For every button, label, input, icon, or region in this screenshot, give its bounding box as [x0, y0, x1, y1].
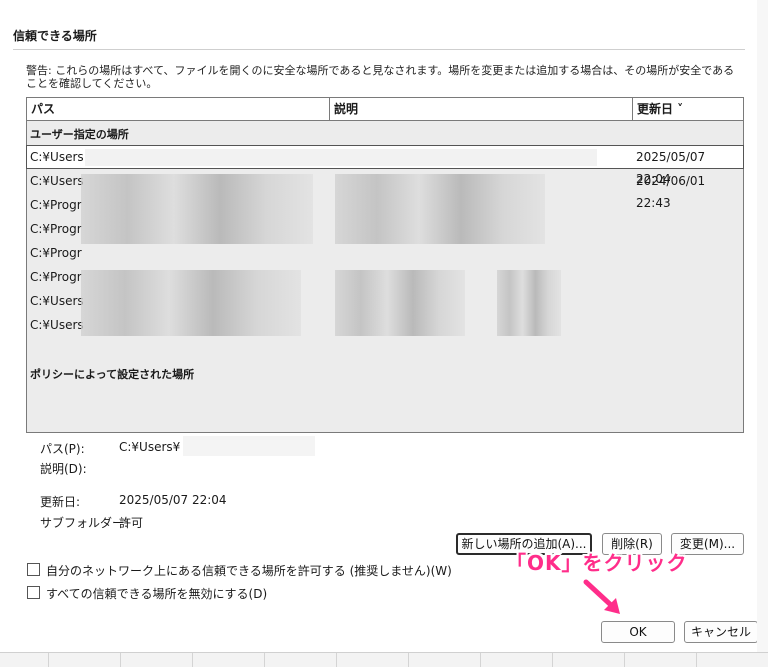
- group-label-user: ユーザー指定の場所: [30, 128, 129, 141]
- row-path: C:¥Users: [30, 150, 84, 164]
- row-path: C:¥Progr: [30, 198, 82, 212]
- redacted-area: [183, 436, 315, 456]
- background-scroll-strip: [757, 0, 768, 652]
- cancel-button[interactable]: キャンセル: [684, 621, 758, 643]
- group-label-policy: ポリシーによって設定された場所: [30, 368, 195, 381]
- section-divider: [13, 49, 745, 50]
- redacted-area: [81, 174, 313, 244]
- spreadsheet-grid-background: [0, 652, 768, 667]
- modified-label: 更新日:: [40, 495, 81, 509]
- row-path: C:¥Users: [30, 294, 84, 308]
- ok-button[interactable]: OK: [601, 621, 675, 643]
- list-row[interactable]: C:¥Users 2025/05/07 22:04: [26, 145, 744, 186]
- redacted-area: [85, 149, 597, 166]
- list-row[interactable]: C:¥Progr: [27, 242, 743, 264]
- subfolders-value: 許可: [119, 516, 144, 530]
- row-path: C:¥Progr: [30, 222, 82, 236]
- row-path: C:¥Users: [30, 318, 84, 332]
- disable-all-label: すべての信頼できる場所を無効にする(D): [46, 587, 268, 601]
- annotation-arrow-icon: [583, 579, 620, 614]
- column-header-path[interactable]: パス: [27, 98, 329, 120]
- description-label: 説明(D):: [40, 462, 87, 476]
- trusted-locations-list[interactable]: パス 説明 更新日 ˅ ユーザー指定の場所 C:¥Users 2025/05/0…: [26, 97, 744, 433]
- list-header: パス 説明 更新日 ˅: [27, 98, 743, 121]
- modified-value: 2025/05/07 22:04: [119, 493, 227, 507]
- warning-text: 警告: これらの場所はすべて、ファイルを開くのに安全な場所であると見なされます。…: [26, 64, 735, 90]
- trusted-locations-dialog: 信頼できる場所 警告: これらの場所はすべて、ファイルを開くのに安全な場所である…: [0, 0, 758, 652]
- redacted-area: [81, 270, 301, 336]
- section-title: 信頼できる場所: [13, 29, 97, 43]
- row-path: C:¥Progr: [30, 270, 82, 284]
- column-header-description[interactable]: 説明: [330, 98, 632, 120]
- redacted-area: [335, 174, 545, 244]
- allow-network-checkbox[interactable]: 自分のネットワーク上にある信頼できる場所を許可する (推奨しません)(W): [27, 562, 452, 579]
- disable-all-checkbox[interactable]: すべての信頼できる場所を無効にする(D): [27, 585, 267, 602]
- row-path: C:¥Progr: [30, 246, 82, 260]
- path-label: パス(P):: [40, 442, 85, 456]
- redacted-area: [497, 270, 561, 336]
- allow-network-label: 自分のネットワーク上にある信頼できる場所を許可する (推奨しません)(W): [46, 564, 452, 578]
- checkbox-icon[interactable]: [27, 586, 40, 599]
- path-value: C:¥Users¥: [119, 440, 181, 454]
- column-header-modified[interactable]: 更新日 ˅: [633, 98, 743, 120]
- redacted-area: [335, 270, 465, 336]
- row-path: C:¥Users: [30, 174, 84, 188]
- annotation-callout: 「OK」をクリック: [506, 551, 688, 575]
- subfolders-label: サブフォルダー:: [40, 516, 129, 530]
- checkbox-icon[interactable]: [27, 563, 40, 576]
